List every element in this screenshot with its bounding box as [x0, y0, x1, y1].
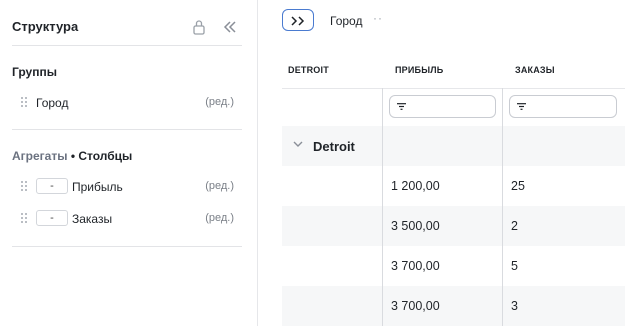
- aggregate-function-select[interactable]: -: [36, 178, 68, 194]
- structure-sidebar: Структура Группы Город (ред.) Агрегаты •…: [0, 0, 258, 326]
- breadcrumb-more-icon[interactable]: ··: [373, 11, 383, 25]
- breadcrumb[interactable]: Город: [330, 14, 362, 28]
- drag-handle-icon[interactable]: [20, 212, 28, 224]
- filter-icon: [517, 103, 526, 110]
- header-divider: [282, 88, 625, 89]
- collapse-sidebar-icon[interactable]: [222, 20, 238, 34]
- orders-cell: 2: [511, 219, 518, 233]
- orders-cell: 25: [511, 179, 525, 193]
- table-row[interactable]: 1 200,00 25: [282, 166, 625, 206]
- table-row[interactable]: 3 700,00 5: [282, 246, 625, 286]
- aggregates-section-title: Агрегаты • Столбцы: [12, 149, 132, 163]
- column-header-label: ЗАКАЗЫ: [515, 65, 555, 75]
- column-header-orders[interactable]: ЗАКАЗЫ: [509, 48, 625, 88]
- column-separator: [382, 88, 383, 326]
- columns-title: Столбцы: [78, 149, 133, 163]
- filter-icon: [397, 103, 406, 110]
- profit-cell: 1 200,00: [391, 179, 440, 193]
- sidebar-divider: [12, 246, 242, 247]
- profit-cell: 3 500,00: [391, 219, 440, 233]
- orders-cell: 3: [511, 299, 518, 313]
- sidebar-divider: [12, 45, 242, 46]
- lock-icon[interactable]: [192, 19, 206, 35]
- column-header-label: DETROIT: [288, 65, 329, 75]
- sidebar-title: Структура: [12, 19, 79, 34]
- data-grid: DETROIT ПРИБЫЛЬ ЗАКАЗЫ Detroit 1 200,00 …: [282, 48, 625, 326]
- aggregate-item-orders[interactable]: - Заказы (ред.): [12, 209, 242, 229]
- column-header-detroit[interactable]: DETROIT: [282, 48, 382, 88]
- expand-sidebar-button[interactable]: [282, 9, 314, 31]
- sidebar-header: Структура: [12, 18, 242, 38]
- orders-cell: 5: [511, 259, 518, 273]
- column-header-label: ПРИБЫЛЬ: [395, 65, 444, 75]
- chevron-down-icon[interactable]: [293, 141, 303, 148]
- aggregate-function-select[interactable]: -: [36, 210, 68, 226]
- sidebar-divider: [12, 129, 242, 130]
- groups-section-title: Группы: [12, 65, 57, 79]
- main-panel: Город ·· DETROIT ПРИБЫЛЬ ЗАКАЗЫ Detroit …: [259, 0, 625, 326]
- drag-handle-icon[interactable]: [20, 180, 28, 192]
- aggregate-item-label: Заказы: [72, 212, 113, 226]
- group-row-detroit[interactable]: Detroit: [282, 126, 625, 166]
- table-row[interactable]: 3 500,00 2: [282, 206, 625, 246]
- drag-handle-icon[interactable]: [20, 96, 28, 108]
- chevrons-right-icon: [291, 16, 305, 26]
- title-separator: •: [70, 149, 76, 163]
- aggregate-item-label: Прибыль: [72, 180, 123, 194]
- edit-aggregate-link[interactable]: (ред.): [205, 180, 234, 192]
- group-item-label: Город: [36, 96, 69, 110]
- profit-cell: 3 700,00: [391, 299, 440, 313]
- column-header-profit[interactable]: ПРИБЫЛЬ: [389, 48, 502, 88]
- profit-cell: 3 700,00: [391, 259, 440, 273]
- edit-aggregate-link[interactable]: (ред.): [205, 212, 234, 224]
- orders-filter-input[interactable]: [509, 95, 617, 118]
- aggregate-item-profit[interactable]: - Прибыль (ред.): [12, 177, 242, 197]
- group-item-city[interactable]: Город (ред.): [12, 93, 242, 113]
- column-separator: [502, 88, 503, 326]
- group-label: Detroit: [313, 139, 355, 154]
- table-row[interactable]: 3 700,00 3: [282, 286, 625, 326]
- profit-filter-input[interactable]: [389, 95, 496, 118]
- aggregates-title: Агрегаты: [12, 149, 68, 163]
- edit-group-link[interactable]: (ред.): [205, 96, 234, 108]
